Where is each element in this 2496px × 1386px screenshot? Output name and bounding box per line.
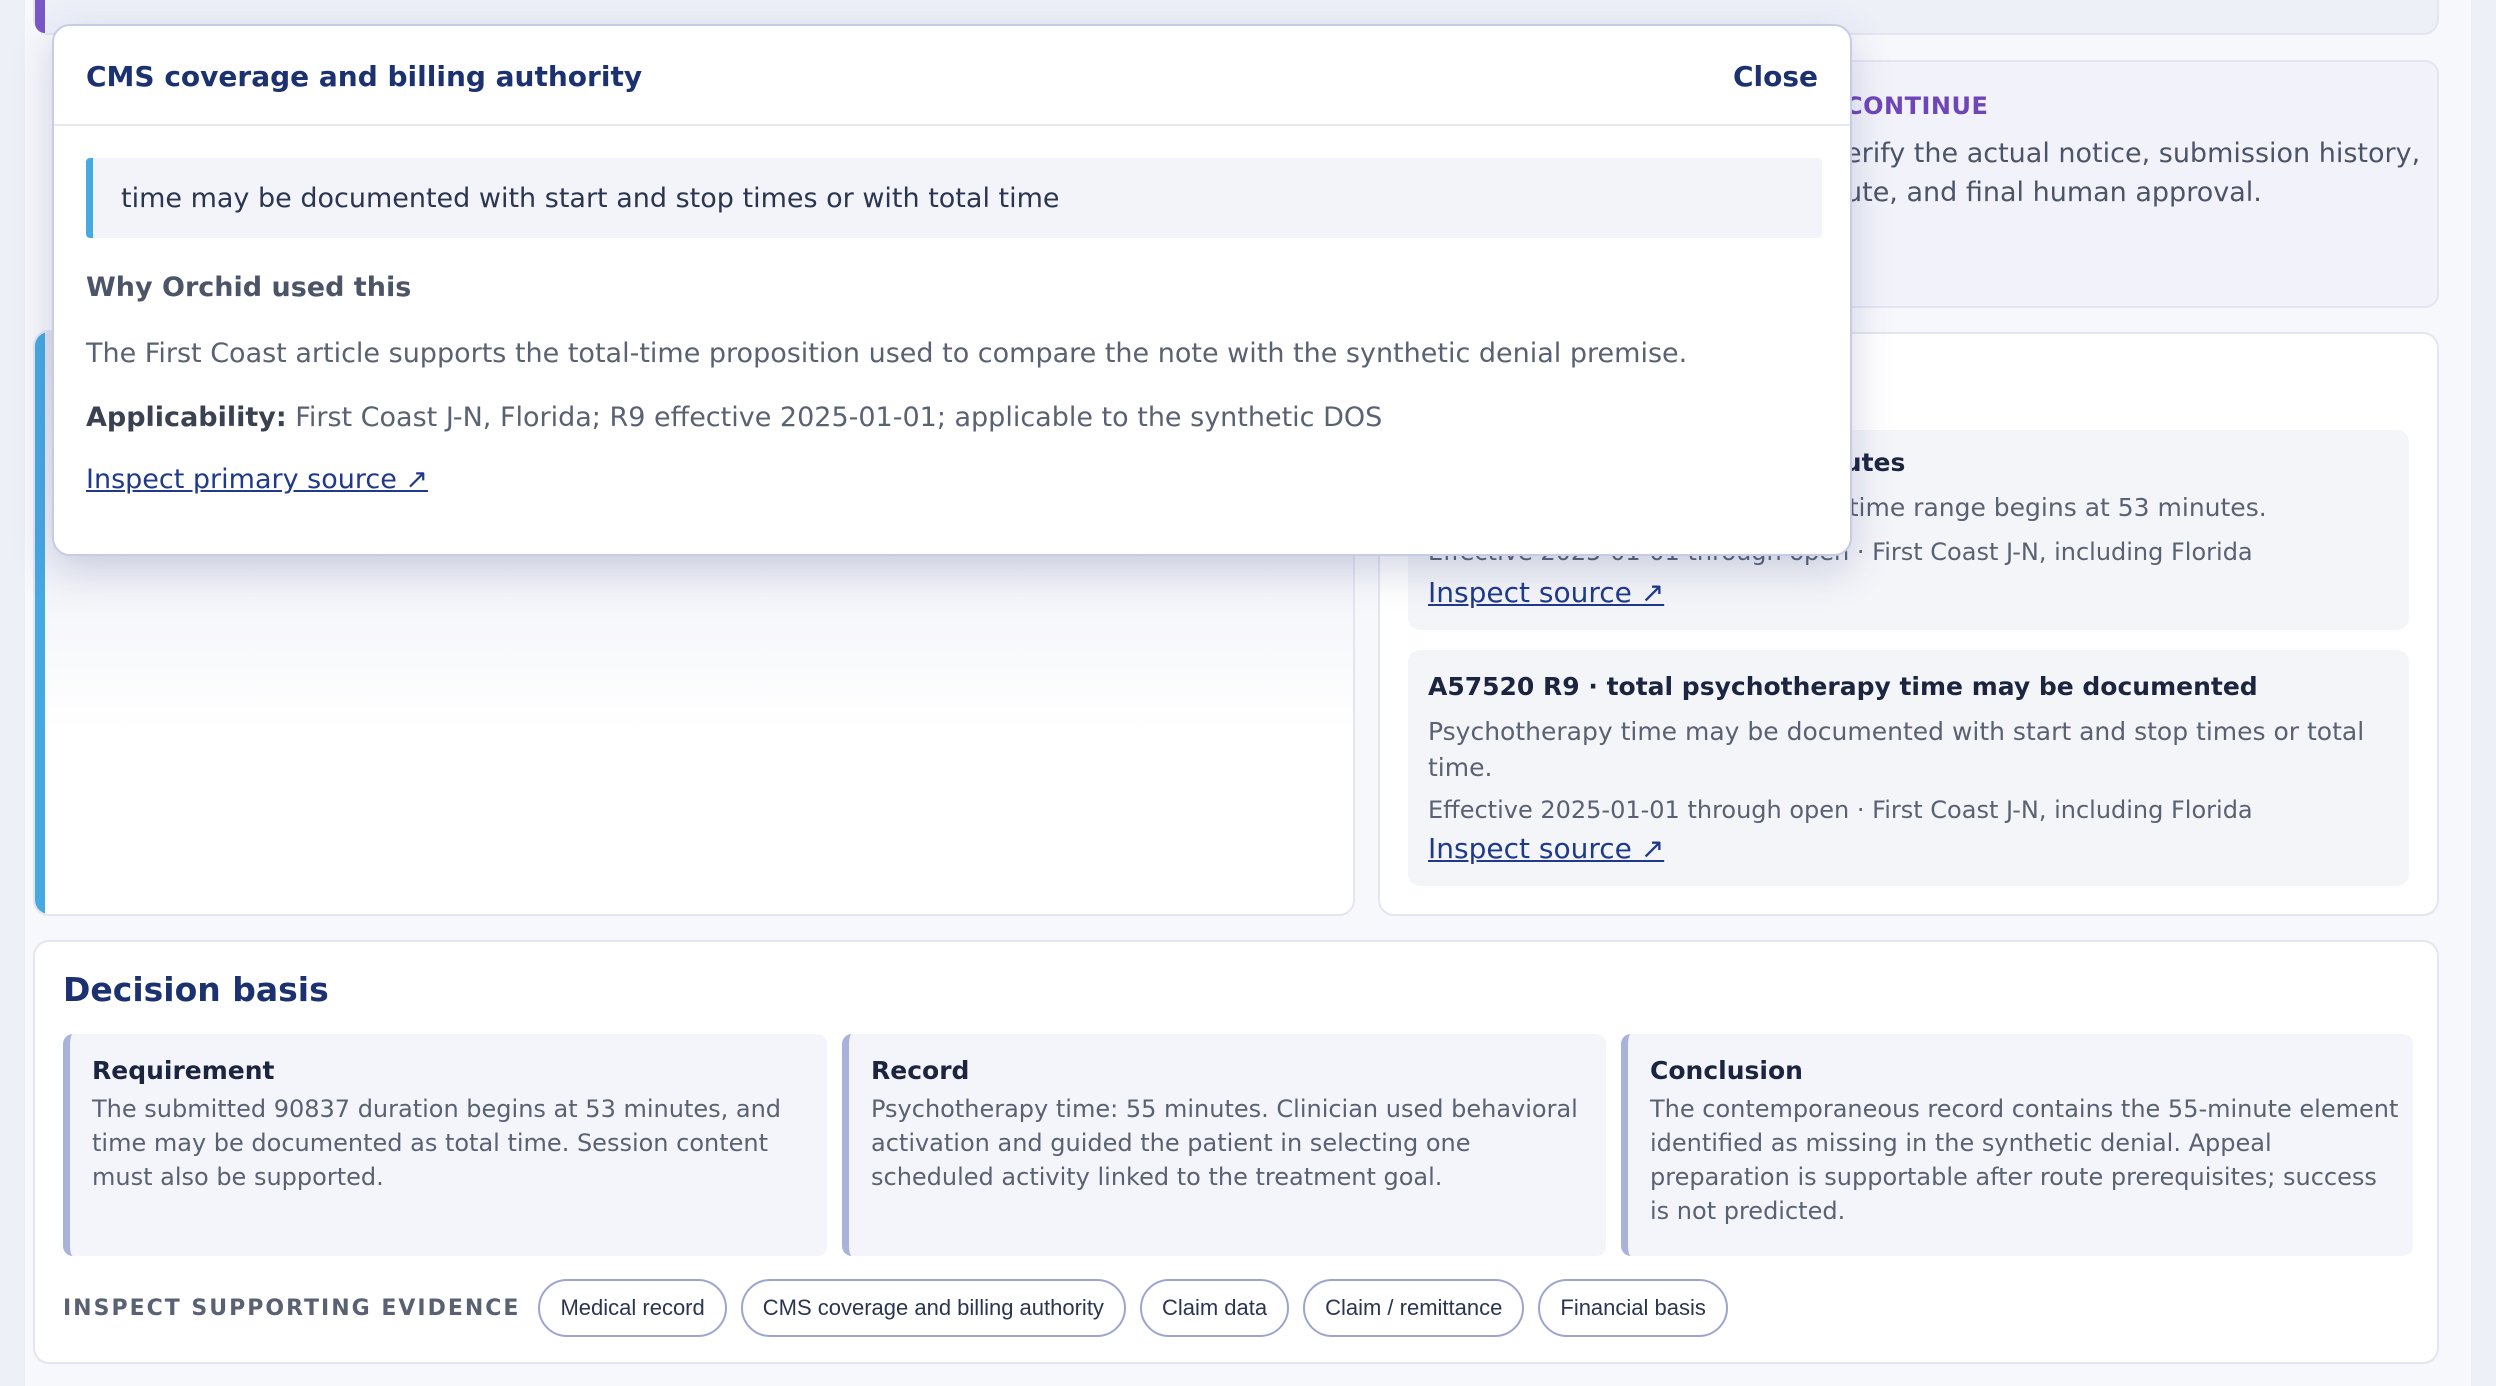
source-item: A57520 R9 · total psychotherapy time may… [1408, 650, 2409, 886]
why-text: The First Coast article supports the tot… [86, 338, 1688, 369]
top-strip-accent [35, 0, 45, 33]
source-quote: time may be documented with start and st… [86, 158, 1822, 238]
source-desc: Psychotherapy time may be documented wit… [1428, 717, 2365, 782]
decision-basis-card: Decision basis Requirement The submitted… [33, 940, 2439, 1364]
applicability-text: First Coast J-N, Florida; R9 effective 2… [295, 402, 1383, 433]
applicability-label: Applicability: [86, 402, 287, 433]
requirement-heading: Requirement [92, 1056, 275, 1085]
record-box: Record Psychotherapy time: 55 minutes. C… [842, 1034, 1606, 1256]
record-heading: Record [871, 1056, 970, 1085]
source-desc: y time range begins at 53 minutes. [1826, 493, 2267, 522]
conclusion-box: Conclusion The contemporaneous record co… [1621, 1034, 2413, 1256]
popover-title: CMS coverage and billing authority [86, 60, 643, 93]
record-body: Psychotherapy time: 55 minutes. Clinicia… [871, 1095, 1578, 1191]
continue-label: CONTINUE [1845, 92, 1989, 120]
chip-cms-authority[interactable]: CMS coverage and billing authority [740, 1279, 1126, 1337]
decision-basis-title: Decision basis [63, 970, 329, 1009]
applicability: Applicability: First Coast J-N, Florida;… [86, 402, 1382, 433]
source-meta: Effective 2025-01-01 through open · Firs… [1428, 796, 2253, 824]
right-edge [2471, 0, 2496, 1386]
conclusion-heading: Conclusion [1650, 1056, 1803, 1085]
requirement-body: The submitted 90837 duration begins at 5… [92, 1095, 782, 1191]
inspect-source-link[interactable]: Inspect source ↗ [1428, 832, 1664, 865]
left-card-accent [35, 332, 45, 914]
chip-claim-data[interactable]: Claim data [1139, 1279, 1290, 1337]
chip-financial-basis[interactable]: Financial basis [1538, 1279, 1728, 1337]
evidence-row: INSPECT SUPPORTING EVIDENCE Medical reco… [63, 1278, 1742, 1338]
authority-popover: CMS coverage and billing authority Close… [52, 24, 1852, 556]
inspect-primary-source-link[interactable]: Inspect primary source ↗ [86, 464, 428, 495]
popover-header: CMS coverage and billing authority Close [54, 26, 1850, 126]
close-button[interactable]: Close [1733, 60, 1818, 93]
source-title: A57520 R9 · total psychotherapy time may… [1428, 672, 2258, 701]
evidence-label: INSPECT SUPPORTING EVIDENCE [63, 1295, 521, 1321]
chip-medical-record[interactable]: Medical record [538, 1279, 727, 1337]
continue-text: erify the actual notice, submission hist… [1845, 138, 2421, 208]
inspect-source-link[interactable]: Inspect source ↗ [1428, 576, 1664, 609]
why-heading: Why Orchid used this [86, 272, 412, 303]
requirement-box: Requirement The submitted 90837 duration… [63, 1034, 827, 1256]
chip-claim-remittance[interactable]: Claim / remittance [1303, 1279, 1525, 1337]
conclusion-body: The contemporaneous record contains the … [1650, 1095, 2399, 1225]
